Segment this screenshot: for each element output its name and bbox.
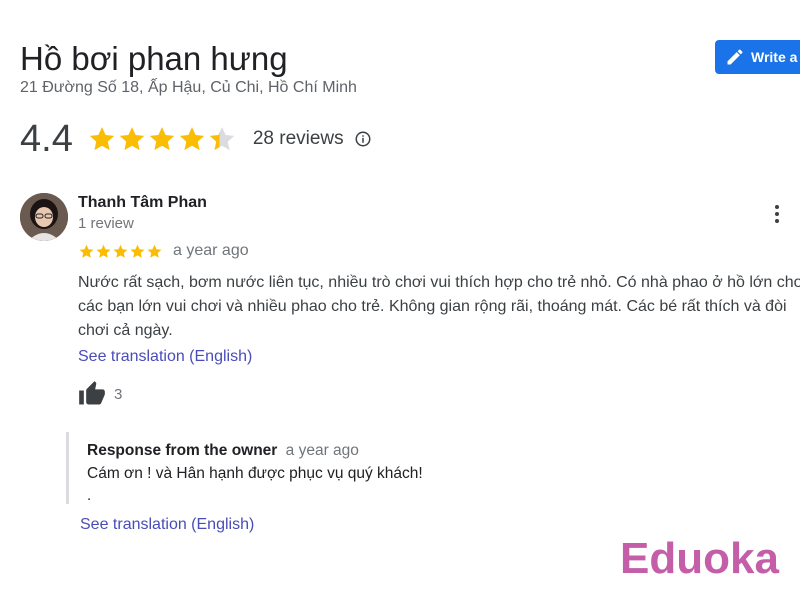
reviewer-review-count: 1 review <box>78 215 134 232</box>
review-time: a year ago <box>173 242 249 259</box>
place-title: Hồ bơi phan hưng <box>20 40 288 77</box>
review-star-icon <box>130 244 145 258</box>
owner-response-trailing: . <box>87 487 92 504</box>
owner-response-header: Response from the owner a year ago <box>87 442 359 460</box>
review-text: Nước rất sạch, bơm nước liên tục, nhiều … <box>78 274 800 339</box>
like-row: 3 <box>78 380 122 408</box>
reviewer-avatar[interactable] <box>20 193 68 241</box>
rating-stars <box>87 124 237 154</box>
watermark-logo: Eduoka <box>620 534 779 583</box>
owner-response-time: a year ago <box>285 442 359 459</box>
summary-star-icon <box>179 127 205 151</box>
owner-response: Response from the owner a year ago Cám ơ… <box>66 432 786 504</box>
owner-response-text: Cám ơn ! và Hân hạnh được phục vụ quý kh… <box>87 465 423 482</box>
review-rating: a year ago <box>78 242 249 260</box>
summary-star-icon <box>209 127 235 151</box>
review-star-icon <box>147 244 162 258</box>
write-review-label: Write a <box>751 49 798 65</box>
info-icon[interactable] <box>354 130 372 148</box>
place-address: 21 Đường Số 18, Ấp Hậu, Củ Chi, Hồ Chí M… <box>20 79 357 96</box>
rating-value: 4.4 <box>20 117 73 160</box>
review-count-link[interactable]: 28 reviews <box>253 128 344 150</box>
review-star-icon <box>96 244 111 258</box>
see-translation-link[interactable]: See translation (English) <box>78 348 252 366</box>
pencil-icon <box>727 49 743 65</box>
like-count: 3 <box>114 385 123 403</box>
rating-summary: 4.4 28 reviews <box>20 116 372 162</box>
write-review-button[interactable]: Write a <box>715 40 800 74</box>
owner-see-translation-link[interactable]: See translation (English) <box>80 516 254 534</box>
review-star-icon <box>79 244 94 258</box>
owner-response-title: Response from the owner <box>87 442 278 459</box>
more-vert-icon[interactable] <box>768 203 786 225</box>
summary-star-icon <box>89 127 115 151</box>
reviewer-name[interactable]: Thanh Tâm Phan <box>78 194 207 212</box>
summary-star-icon <box>119 127 145 151</box>
review-star-icon <box>113 244 128 258</box>
review-stars <box>78 243 163 260</box>
summary-star-icon <box>149 127 175 151</box>
thumbs-up-icon[interactable] <box>78 380 106 408</box>
